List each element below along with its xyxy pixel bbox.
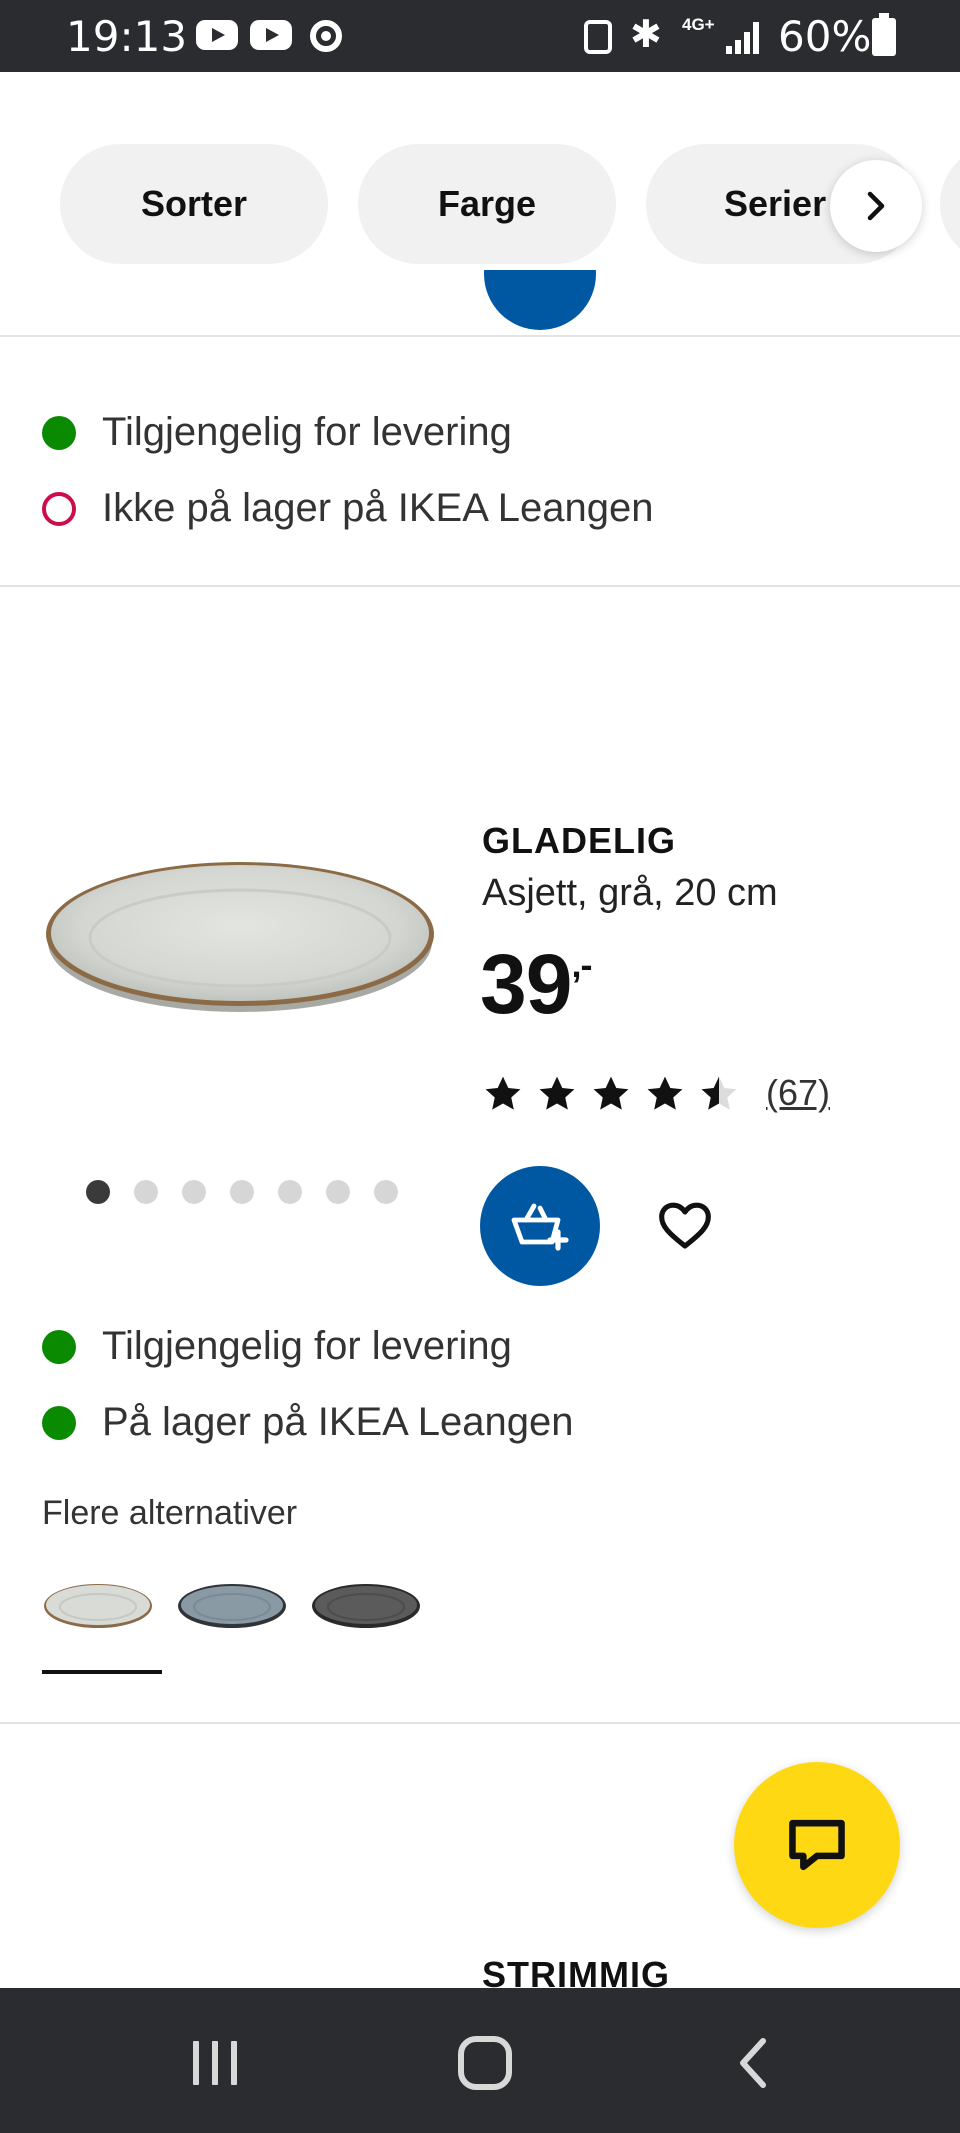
available-dot-icon <box>42 1405 76 1440</box>
variant-grey-plate[interactable] <box>42 1576 154 1632</box>
star-icon <box>539 1076 575 1110</box>
status-time: 19:13 <box>66 12 188 61</box>
heart-icon <box>659 1202 711 1249</box>
bluetooth-icon: ✱ <box>630 14 662 56</box>
status-bar: 19:13 ✱ 4G+ 60% <box>0 0 960 72</box>
price-suffix: ,- <box>571 944 592 985</box>
recycle-icon <box>584 20 612 54</box>
favorite-button[interactable] <box>648 1186 722 1264</box>
pager-dot[interactable] <box>134 1180 158 1204</box>
prev-availability-delivery: Tilgjengelig for levering <box>42 410 512 455</box>
filter-bar: Sorter Farge Serier <box>0 72 960 337</box>
divider <box>0 585 960 587</box>
pager-dot[interactable] <box>230 1180 254 1204</box>
variant-blue-grey-plate[interactable] <box>176 1576 288 1632</box>
selected-variant-indicator <box>42 1670 162 1674</box>
chat-bubble-icon <box>789 1819 845 1871</box>
system-nav-bar <box>0 1988 960 2133</box>
plate-image <box>46 862 434 1012</box>
battery-icon <box>872 13 896 56</box>
back-icon <box>740 2038 766 2088</box>
availability-store: På lager på IKEA Leangen <box>42 1400 573 1445</box>
back-button[interactable] <box>708 2018 798 2108</box>
chat-button[interactable] <box>734 1762 900 1928</box>
variant-dark-grey-plate[interactable] <box>310 1576 422 1632</box>
filter-series-label: Serier <box>724 183 827 224</box>
more-options-title: Flere alternativer <box>42 1494 298 1532</box>
add-to-basket-icon <box>511 1203 569 1251</box>
half-star-icon <box>701 1076 737 1110</box>
availability-text: Ikke på lager på IKEA Leangen <box>102 486 654 530</box>
battery-percentage: 60% <box>778 12 872 61</box>
product-description[interactable]: Asjett, grå, 20 cm <box>482 872 778 915</box>
variant-list <box>42 1576 422 1632</box>
home-button[interactable] <box>440 2018 530 2108</box>
product-name[interactable]: GLADELIG <box>482 820 676 862</box>
filter-color-button[interactable]: Farge <box>358 144 616 264</box>
star-icon <box>647 1076 683 1110</box>
recent-apps-icon <box>193 2041 237 2085</box>
filter-more-button[interactable] <box>940 144 960 264</box>
divider <box>0 1722 960 1724</box>
rating-stars[interactable] <box>480 1072 742 1116</box>
review-count-link[interactable]: (67) <box>766 1072 830 1114</box>
network-type: 4G+ <box>682 15 715 34</box>
add-to-cart-button[interactable] <box>480 1166 600 1286</box>
youtube-icon <box>250 20 292 50</box>
recent-apps-button[interactable] <box>170 2018 260 2108</box>
filter-scroll-right-button[interactable] <box>830 160 922 252</box>
star-icon <box>485 1076 521 1110</box>
prev-product-cart-button[interactable] <box>484 270 596 374</box>
image-pager <box>86 1180 398 1204</box>
home-icon <box>458 2036 512 2090</box>
pager-dot[interactable] <box>326 1180 350 1204</box>
grey-plate-thumbnail <box>44 1584 152 1628</box>
availability-text: Tilgjengelig for levering <box>102 410 512 454</box>
availability-delivery: Tilgjengelig for levering <box>42 1324 512 1369</box>
pager-dot[interactable] <box>278 1180 302 1204</box>
star-icon <box>593 1076 629 1110</box>
product-image[interactable] <box>40 820 440 1060</box>
youtube-icon <box>196 20 238 50</box>
availability-text: Tilgjengelig for levering <box>102 1324 512 1368</box>
pager-dot[interactable] <box>86 1180 110 1204</box>
product-price: 39,- <box>480 936 592 1033</box>
pager-dot[interactable] <box>374 1180 398 1204</box>
unavailable-dot-icon <box>42 491 76 526</box>
available-dot-icon <box>42 415 76 450</box>
availability-text: På lager på IKEA Leangen <box>102 1400 574 1444</box>
chrome-icon <box>310 20 342 52</box>
prev-availability-store: Ikke på lager på IKEA Leangen <box>42 486 654 531</box>
dark-grey-plate-thumbnail <box>312 1584 420 1628</box>
signal-icon <box>726 20 762 54</box>
filter-sort-button[interactable]: Sorter <box>60 144 328 264</box>
price-main: 39 <box>480 937 572 1031</box>
chevron-right-icon <box>867 191 885 221</box>
pager-dot[interactable] <box>182 1180 206 1204</box>
blue-grey-plate-thumbnail <box>178 1584 286 1628</box>
available-dot-icon <box>42 1329 76 1364</box>
